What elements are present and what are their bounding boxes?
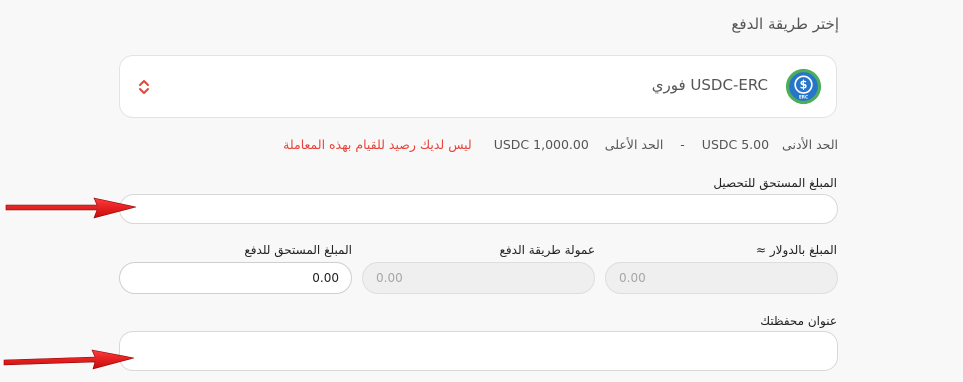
amount-payable-field[interactable]: 0.00 <box>119 262 352 294</box>
usd-amount-field: 0.00 <box>605 262 838 294</box>
chevron-up-down-icon[interactable] <box>138 78 150 96</box>
usdc-coin-icon: $ ERC <box>785 68 822 105</box>
method-fee-field: 0.00 <box>362 262 595 294</box>
amount-due-label: المبلغ المستحق للتحصيل <box>713 176 837 190</box>
svg-text:$: $ <box>800 78 808 91</box>
amount-payable-label: المبلغ المستحق للدفع <box>244 243 352 257</box>
method-fee-label: عمولة طريقة الدفع <box>499 243 595 257</box>
usd-amount-label: المبلغ بالدولار ≈ <box>756 243 837 257</box>
max-limit-value: 1,000.00 USDC <box>493 137 589 152</box>
payment-limits: الحد الأدنى 5.00 USDC - الحد الأعلى 1,00… <box>283 137 838 152</box>
payment-method-title: إختر طريقة الدفع <box>731 15 839 33</box>
arrow-annotation-icon <box>5 197 137 219</box>
arrow-annotation-icon <box>3 349 135 370</box>
insufficient-balance-error: ليس لديك رصيد للقيام بهذه المعاملة <box>283 137 472 152</box>
limits-separator: - <box>680 137 685 152</box>
max-limit-label: الحد الأعلى <box>604 137 664 152</box>
amount-payable-value: 0.00 <box>312 271 339 285</box>
payment-method-label: USDC-ERC فوري <box>651 76 768 94</box>
amount-due-input[interactable] <box>119 194 838 224</box>
payment-method-select[interactable]: $ ERC USDC-ERC فوري <box>119 55 837 118</box>
usdc-coin-label: ERC <box>799 95 808 100</box>
min-limit-value: 5.00 USDC <box>701 137 770 152</box>
wallet-address-label: عنوان محفظتك <box>760 314 837 328</box>
min-limit-label: الحد الأدنى <box>782 137 838 152</box>
wallet-address-input[interactable] <box>119 331 838 371</box>
